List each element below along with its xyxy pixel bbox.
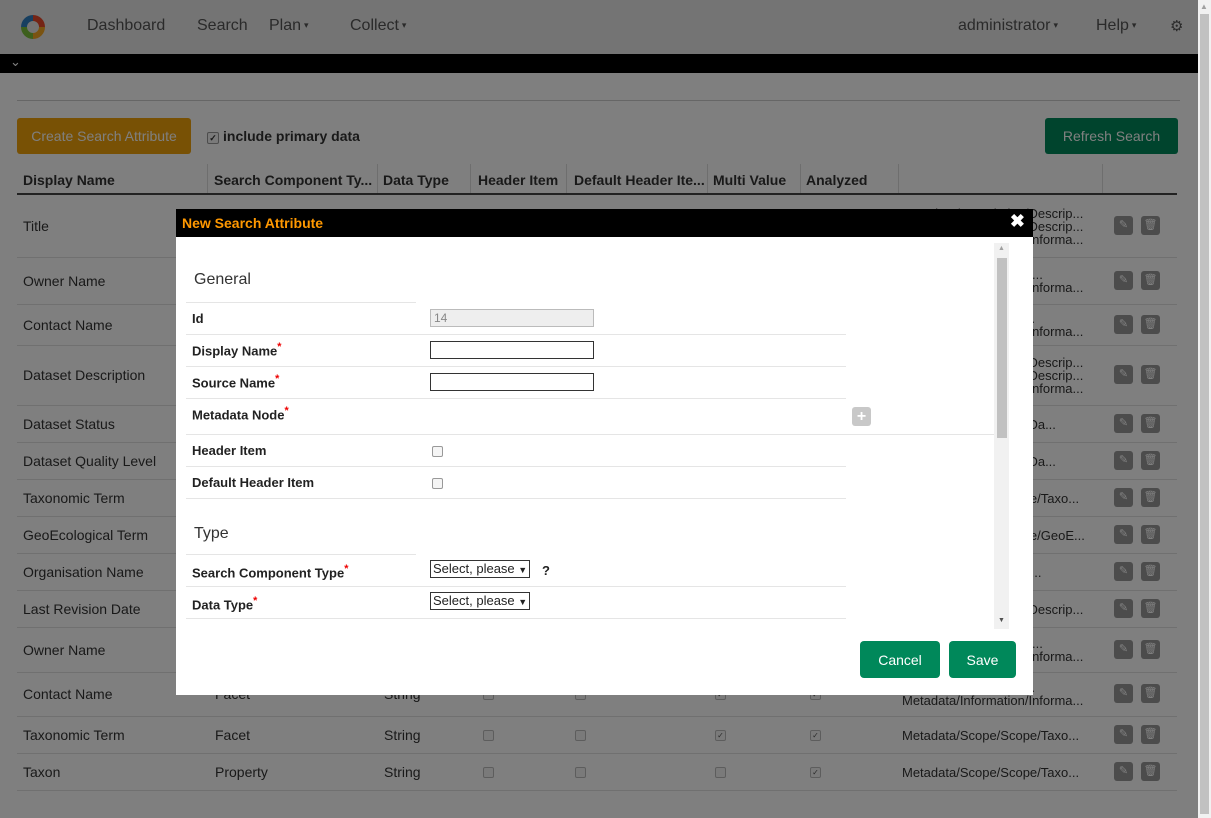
- divider: [186, 398, 846, 399]
- header-item-checkbox[interactable]: [432, 446, 443, 457]
- scroll-down-icon[interactable]: ▼: [998, 617, 1005, 624]
- scroll-up-icon[interactable]: ▲: [1200, 2, 1208, 11]
- section-type-title: Type: [194, 525, 229, 542]
- default-header-item-checkbox[interactable]: [432, 478, 443, 489]
- divider: [186, 498, 846, 499]
- data-type-select[interactable]: Select, please ▼: [430, 592, 531, 610]
- divider: [186, 434, 994, 435]
- display-name-label: Display Name*: [192, 341, 281, 358]
- data-type-label-text: Data Type: [192, 597, 254, 613]
- chevron-down-icon: ▼: [518, 597, 528, 607]
- save-button[interactable]: Save: [949, 641, 1016, 678]
- display-name-field[interactable]: [430, 341, 594, 359]
- section-general-title: General: [194, 271, 251, 288]
- search-component-type-label: Search Component Type*: [192, 563, 348, 580]
- default-header-item-label: Default Header Item: [192, 475, 315, 490]
- search-component-type-select[interactable]: Select, please ▼: [430, 560, 531, 578]
- data-type-label: Data Type*: [192, 595, 257, 612]
- divider: [186, 466, 846, 467]
- cancel-button[interactable]: Cancel: [860, 641, 940, 678]
- scroll-up-icon[interactable]: ▲: [998, 245, 1005, 252]
- page-scrollbar-thumb[interactable]: [1200, 14, 1209, 814]
- dialog-title: New Search Attribute: [182, 215, 324, 231]
- divider: [186, 366, 846, 367]
- data-type-value: Select, please: [433, 593, 515, 608]
- add-metadata-node-button[interactable]: +: [852, 407, 871, 426]
- dialog-scrollbar-thumb[interactable]: [997, 258, 1007, 438]
- required-marker: *: [253, 595, 258, 607]
- required-marker: *: [284, 405, 289, 417]
- required-marker: *: [277, 341, 282, 353]
- metadata-node-label: Metadata Node*: [192, 405, 289, 422]
- page-scrollbar[interactable]: ▲: [1198, 0, 1211, 818]
- required-marker: *: [275, 373, 280, 385]
- display-name-label-text: Display Name: [192, 343, 278, 359]
- source-name-label: Source Name*: [192, 373, 279, 390]
- required-marker: *: [344, 563, 349, 575]
- chevron-down-icon: ▼: [518, 565, 528, 575]
- dialog-header: New Search Attribute ✖: [176, 209, 1033, 237]
- dialog-body: General Id 14 Display Name* Source Name*…: [186, 243, 994, 629]
- id-label: Id: [192, 311, 204, 326]
- divider: [186, 586, 846, 587]
- divider: [186, 302, 416, 303]
- id-field: 14: [430, 309, 594, 327]
- header-item-label: Header Item: [192, 443, 267, 458]
- new-search-attribute-dialog: New Search Attribute ✖ General Id 14 Dis…: [176, 209, 1033, 695]
- search-component-type-value: Select, please: [433, 561, 515, 576]
- source-name-label-text: Source Name: [192, 375, 276, 391]
- close-icon[interactable]: ✖: [1010, 211, 1025, 232]
- help-icon[interactable]: ?: [542, 563, 550, 578]
- divider: [186, 618, 846, 619]
- search-component-type-label-text: Search Component Type: [192, 565, 345, 581]
- dialog-scrollbar[interactable]: ▲ ▼: [994, 243, 1009, 629]
- divider: [186, 554, 416, 555]
- divider: [186, 334, 846, 335]
- metadata-node-label-text: Metadata Node: [192, 407, 285, 423]
- source-name-field[interactable]: [430, 373, 594, 391]
